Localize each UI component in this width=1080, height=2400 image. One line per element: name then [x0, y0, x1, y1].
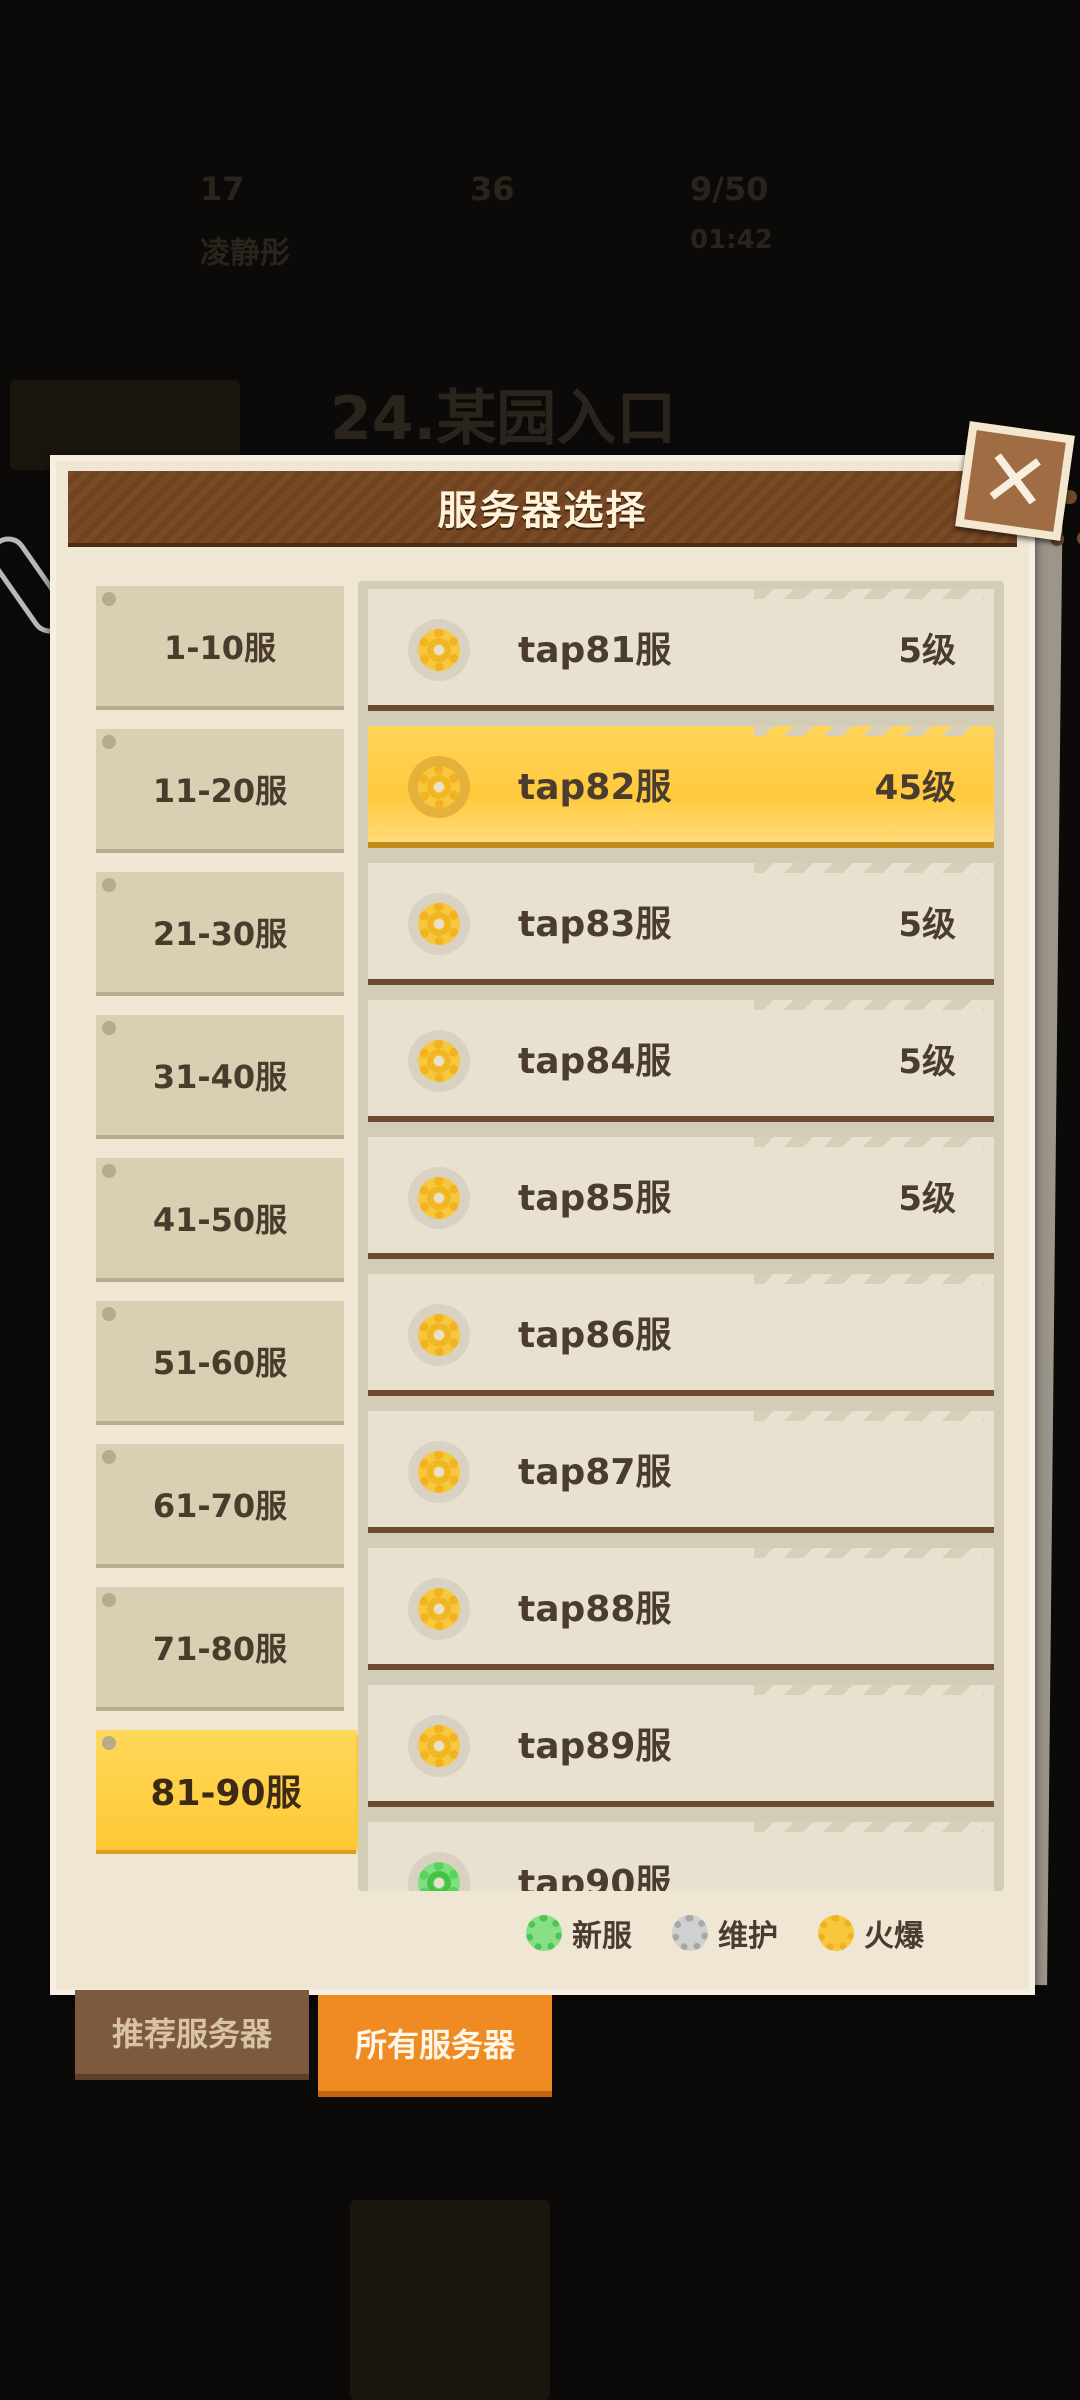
- bg-stage-title: 24.某园入口: [330, 384, 677, 454]
- server-name: tap88服: [518, 1589, 672, 1630]
- server-row-tap90[interactable]: tap90服: [368, 1822, 994, 1891]
- close-icon: ✕: [975, 429, 1055, 532]
- new-gear-icon: [526, 1915, 562, 1951]
- server-level: 5级: [898, 904, 956, 945]
- server-name: tap90服: [518, 1863, 672, 1891]
- hot-status-icon: [408, 1304, 470, 1366]
- modal-header: 服务器选择: [68, 471, 1017, 547]
- server-level: 5级: [898, 1041, 956, 1082]
- server-name: tap84服: [518, 1041, 672, 1082]
- legend-hot-label: 火爆: [864, 1919, 924, 1954]
- bg-player-name: 凌静彤: [200, 236, 290, 271]
- server-row-tap85[interactable]: tap85服 5级: [368, 1137, 994, 1259]
- server-row-tap86[interactable]: tap86服: [368, 1274, 994, 1396]
- bg-stat: 17: [200, 170, 245, 208]
- legend-new-label: 新服: [572, 1919, 632, 1954]
- range-tab-11-20[interactable]: 11-20服: [96, 729, 344, 853]
- server-name: tap81服: [518, 630, 672, 671]
- bg-stat: 01:42: [690, 225, 773, 255]
- server-name: tap86服: [518, 1315, 672, 1356]
- close-button[interactable]: ✕: [955, 421, 1075, 541]
- server-level: 5级: [898, 1178, 956, 1219]
- server-level: 5级: [898, 630, 956, 671]
- server-row-tap87[interactable]: tap87服: [368, 1411, 994, 1533]
- range-tab-61-70[interactable]: 61-70服: [96, 1444, 344, 1568]
- hot-status-icon: [408, 1578, 470, 1640]
- range-tab-21-30[interactable]: 21-30服: [96, 872, 344, 996]
- hot-status-icon: [408, 893, 470, 955]
- server-name: tap89服: [518, 1726, 672, 1767]
- hot-status-icon: [408, 1030, 470, 1092]
- server-list[interactable]: tap81服 5级 tap82服 45级 tap83服 5级 tap84服 5级…: [358, 581, 1004, 1891]
- range-tab-71-80[interactable]: 71-80服: [96, 1587, 344, 1711]
- server-name: tap87服: [518, 1452, 672, 1493]
- server-name: tap82服: [518, 767, 672, 808]
- server-row-tap81[interactable]: tap81服 5级: [368, 589, 994, 711]
- bg-bottom-button: [350, 2200, 550, 2400]
- server-row-tap89[interactable]: tap89服: [368, 1685, 994, 1807]
- new-status-icon: [408, 1852, 470, 1891]
- hot-status-icon: [408, 1441, 470, 1503]
- bg-stat: 36: [470, 170, 515, 208]
- hot-status-icon: [408, 1715, 470, 1777]
- legend-new: 新服: [526, 1911, 632, 1955]
- hot-status-icon: [408, 619, 470, 681]
- server-row-tap84[interactable]: tap84服 5级: [368, 1000, 994, 1122]
- hot-status-icon: [408, 756, 470, 818]
- hot-gear-icon: [818, 1915, 854, 1951]
- status-legend: 新服 维护 火爆: [526, 1911, 924, 1955]
- maintenance-gear-icon: [672, 1915, 708, 1951]
- server-name: tap85服: [518, 1178, 672, 1219]
- range-tab-81-90[interactable]: 81-90服: [96, 1730, 374, 1854]
- bg-stat: 9/50: [690, 170, 769, 208]
- server-select-modal: 服务器选择 1-10服 11-20服 21-30服 31-40服 41-50服 …: [50, 455, 1035, 1995]
- server-level: 45级: [874, 767, 956, 808]
- range-tab-1-10[interactable]: 1-10服: [96, 586, 344, 710]
- modal-title: 服务器选择: [437, 488, 648, 534]
- server-name: tap83服: [518, 904, 672, 945]
- legend-maintenance-label: 维护: [718, 1919, 778, 1954]
- tab-recommended-servers[interactable]: 推荐服务器: [75, 1990, 309, 2080]
- tab-all-servers[interactable]: 所有服务器: [318, 1995, 552, 2097]
- server-row-tap82[interactable]: tap82服 45级: [368, 726, 994, 848]
- legend-hot: 火爆: [818, 1911, 924, 1955]
- range-tab-31-40[interactable]: 31-40服: [96, 1015, 344, 1139]
- legend-maintenance: 维护: [672, 1911, 778, 1955]
- server-row-tap88[interactable]: tap88服: [368, 1548, 994, 1670]
- range-tab-51-60[interactable]: 51-60服: [96, 1301, 344, 1425]
- hot-status-icon: [408, 1167, 470, 1229]
- range-tab-41-50[interactable]: 41-50服: [96, 1158, 344, 1282]
- server-row-tap83[interactable]: tap83服 5级: [368, 863, 994, 985]
